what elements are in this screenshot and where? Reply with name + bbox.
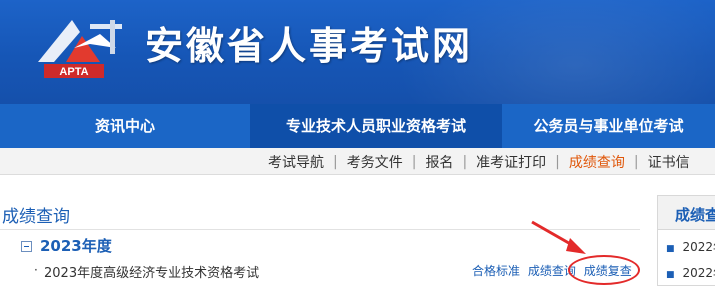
subnav-item-admission-ticket[interactable]: 准考证打印	[476, 152, 546, 172]
logo-text: APTA	[59, 66, 88, 78]
apta-logo-icon[interactable]: APTA	[30, 14, 130, 84]
separator: |	[411, 153, 417, 170]
exam-title: 2023年度高级经济专业技术资格考试	[44, 266, 260, 281]
subnav-item-exam-guide[interactable]: 考试导航	[268, 152, 324, 172]
sidebar-panel: 成绩查 ■2022年 ■2022年	[657, 195, 715, 286]
bullet: ·	[34, 263, 38, 277]
nav-item-civil-service-exams[interactable]: 公务员与事业单位考试	[502, 104, 715, 148]
nav-item-professional-exams[interactable]: 专业技术人员职业资格考试	[250, 104, 502, 148]
collapse-toggle-icon[interactable]	[21, 241, 32, 252]
link-pass-standard[interactable]: 合格标准	[472, 264, 520, 278]
annotation-arrow-icon	[531, 220, 586, 254]
site-header: APTA 安徽省人事考试网	[0, 0, 715, 104]
nav-item-news-center[interactable]: 资讯中心	[0, 104, 250, 148]
section-title: 成绩查询	[2, 207, 70, 227]
subnav-item-score-query[interactable]: 成绩查询	[569, 152, 625, 172]
separator: |	[333, 153, 338, 170]
subnav-item-certificate[interactable]: 证书信	[648, 152, 690, 172]
main-nav: 资讯中心 专业技术人员职业资格考试 公务员与事业单位考试	[0, 104, 715, 148]
separator: |	[633, 153, 639, 170]
bullet-icon: ■	[666, 270, 675, 280]
sidebar-list-item[interactable]: ■2022年	[666, 264, 715, 281]
bullet-icon: ■	[666, 244, 675, 254]
annotation-highlight-oval	[568, 255, 640, 285]
site-title: 安徽省人事考试网	[145, 24, 474, 68]
year-heading[interactable]: 2023年度	[40, 235, 112, 256]
sidebar-list-item[interactable]: ■2022年	[666, 238, 715, 255]
separator: |	[555, 153, 560, 170]
subnav-item-registration[interactable]: 报名	[425, 152, 453, 172]
separator: |	[462, 153, 468, 170]
sidebar-header: 成绩查	[658, 196, 715, 230]
sub-nav: 考试导航 | 考务文件 | 报名 | 准考证打印 | 成绩查询 | 证书信	[0, 148, 715, 175]
subnav-item-exam-documents[interactable]: 考务文件	[347, 152, 403, 172]
sidebar-title: 成绩查	[675, 206, 715, 224]
